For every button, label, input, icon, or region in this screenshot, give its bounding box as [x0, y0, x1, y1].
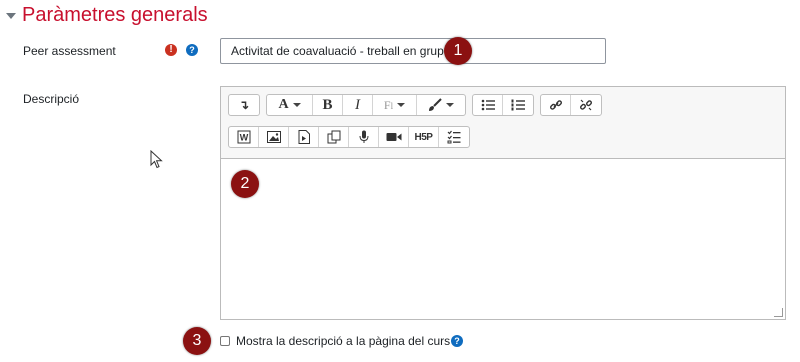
- callout-badge-3: 3: [183, 327, 211, 355]
- video-camera-icon[interactable]: [379, 127, 409, 147]
- link-icon[interactable]: [541, 95, 571, 115]
- toolbar-group-lists: [472, 94, 534, 116]
- section-title[interactable]: Paràmetres generals: [22, 4, 208, 27]
- font-color-icon[interactable]: A: [267, 95, 313, 115]
- unlink-icon[interactable]: [571, 95, 601, 115]
- h5p-icon[interactable]: H5P: [409, 127, 439, 147]
- svg-text:W: W: [239, 133, 248, 143]
- toolbar-group-links: [540, 94, 602, 116]
- callout-badge-1: 1: [444, 37, 472, 65]
- image-icon[interactable]: [259, 127, 289, 147]
- description-editor[interactable]: [220, 158, 786, 320]
- checklist-icon[interactable]: [439, 127, 469, 147]
- bold-icon[interactable]: B: [313, 95, 343, 115]
- toolbar-group-format: A B I Fl: [266, 94, 466, 116]
- collapse-caret-icon[interactable]: [6, 13, 16, 19]
- microphone-icon[interactable]: [349, 127, 379, 147]
- show-description-checkbox[interactable]: [220, 336, 230, 346]
- manage-files-icon[interactable]: [319, 127, 349, 147]
- help-icon[interactable]: ?: [186, 44, 198, 56]
- mouse-pointer-icon: [150, 150, 163, 169]
- callout-badge-2: 2: [231, 170, 259, 198]
- toggle-toolbar-icon[interactable]: ↴: [229, 95, 259, 115]
- word-import-icon[interactable]: W: [229, 127, 259, 147]
- name-field-label: Peer assessment: [23, 44, 116, 58]
- name-input[interactable]: [220, 38, 606, 64]
- toolbar-group-toggle: ↴: [228, 94, 260, 116]
- italic-icon[interactable]: I: [343, 95, 373, 115]
- unordered-list-icon[interactable]: [473, 95, 503, 115]
- required-icon: !: [165, 44, 177, 56]
- help-icon[interactable]: ?: [451, 335, 463, 347]
- media-icon[interactable]: [289, 127, 319, 147]
- show-description-label[interactable]: Mostra la descripció a la pàgina del cur…: [236, 334, 450, 348]
- toolbar-group-insert: W H5P: [228, 126, 470, 148]
- ordered-list-icon[interactable]: [503, 95, 533, 115]
- resize-handle-icon[interactable]: [774, 308, 783, 317]
- paragraph-style-icon[interactable]: Fl: [373, 95, 417, 115]
- brush-icon[interactable]: [417, 95, 465, 115]
- description-field-label: Descripció: [23, 92, 80, 106]
